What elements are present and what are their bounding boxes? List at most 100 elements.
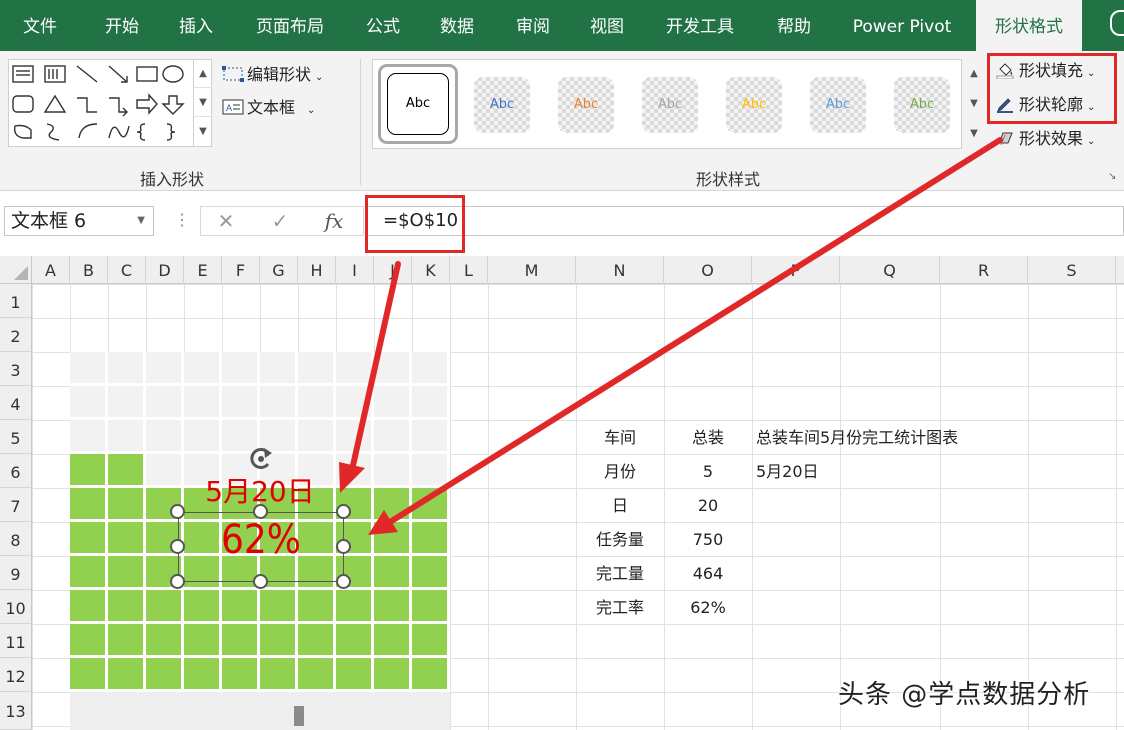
column-header[interactable]: E: [184, 256, 222, 284]
table-label[interactable]: 任务量: [576, 522, 664, 556]
enter-icon[interactable]: ✓: [260, 206, 300, 236]
shape-effects-button[interactable]: 形状效果 ⌄: [996, 125, 1095, 153]
lightbulb-icon[interactable]: [1110, 10, 1124, 36]
tab-home[interactable]: 开始: [84, 0, 160, 51]
dialog-launcher-icon[interactable]: ↘: [1108, 171, 1116, 182]
date-cell[interactable]: 5月20日: [756, 454, 856, 488]
column-header[interactable]: I: [336, 256, 374, 284]
gallery-more-icon[interactable]: ▼: [964, 119, 984, 149]
tab-view[interactable]: 视图: [574, 0, 640, 51]
row-header[interactable]: 12: [0, 658, 32, 692]
shape-styles-gallery[interactable]: Abc Abc Abc Abc Abc Abc Abc: [372, 59, 962, 149]
resize-handle[interactable]: [170, 504, 185, 519]
style-swatch[interactable]: Abc: [810, 77, 866, 133]
row-header[interactable]: 2: [0, 318, 32, 352]
column-header[interactable]: N: [576, 256, 664, 284]
scroll-down-icon[interactable]: ▼: [194, 88, 212, 117]
row-header[interactable]: 9: [0, 556, 32, 590]
tab-page-layout[interactable]: 页面布局: [240, 0, 340, 51]
tab-formulas[interactable]: 公式: [350, 0, 416, 51]
styles-gallery-scroll[interactable]: ▲ ▼ ▼: [964, 59, 984, 149]
row-header[interactable]: 6: [0, 454, 32, 488]
column-header[interactable]: A: [32, 256, 70, 284]
resize-handle[interactable]: [336, 539, 351, 554]
column-header[interactable]: O: [664, 256, 752, 284]
tab-insert[interactable]: 插入: [160, 0, 232, 51]
table-value[interactable]: 62%: [664, 590, 752, 624]
table-label[interactable]: 完工率: [576, 590, 664, 624]
tab-review[interactable]: 审阅: [498, 0, 568, 51]
column-header[interactable]: G: [260, 256, 298, 284]
gallery-more-icon[interactable]: ▼: [194, 117, 212, 146]
shapes-icon: [12, 65, 185, 141]
scroll-thumb[interactable]: [294, 706, 304, 726]
resize-handle[interactable]: [253, 504, 268, 519]
row-header[interactable]: 7: [0, 488, 32, 522]
style-swatch[interactable]: Abc: [378, 64, 458, 144]
cancel-icon[interactable]: ✕: [206, 206, 246, 236]
resize-handle[interactable]: [170, 574, 185, 589]
column-header[interactable]: F: [222, 256, 260, 284]
column-header[interactable]: Q: [840, 256, 940, 284]
table-label[interactable]: 日: [576, 488, 664, 522]
insert-function-icon[interactable]: fx: [314, 206, 354, 236]
tab-help[interactable]: 帮助: [760, 0, 828, 51]
resize-handle[interactable]: [253, 574, 268, 589]
row-header[interactable]: 11: [0, 624, 32, 658]
style-swatch[interactable]: Abc: [642, 77, 698, 133]
table-value[interactable]: 总装: [664, 420, 752, 454]
row-header[interactable]: 1: [0, 284, 32, 318]
table-label[interactable]: 月份: [576, 454, 664, 488]
edit-shape-button[interactable]: 编辑形状 ⌄: [222, 61, 323, 85]
waffle-cell: [260, 352, 295, 383]
row-header[interactable]: 5: [0, 420, 32, 454]
row-header[interactable]: 4: [0, 386, 32, 420]
formula-input[interactable]: =$O$10: [366, 206, 1124, 236]
table-label[interactable]: 车间: [576, 420, 664, 454]
tab-power-pivot[interactable]: Power Pivot: [836, 0, 968, 51]
column-header[interactable]: L: [450, 256, 488, 284]
scroll-down-icon[interactable]: ▼: [964, 89, 984, 119]
column-header[interactable]: C: [108, 256, 146, 284]
row-header[interactable]: 3: [0, 352, 32, 386]
column-header[interactable]: H: [298, 256, 336, 284]
table-value[interactable]: 750: [664, 522, 752, 556]
style-swatch[interactable]: Abc: [894, 77, 950, 133]
tab-data[interactable]: 数据: [424, 0, 490, 51]
table-value[interactable]: 20: [664, 488, 752, 522]
row-header[interactable]: 10: [0, 590, 32, 624]
percent-label[interactable]: 62%: [178, 517, 344, 563]
chart-title-cell[interactable]: 总装车间5月份完工统计图表: [756, 420, 1016, 454]
resize-handle[interactable]: [170, 539, 185, 554]
style-swatch[interactable]: Abc: [474, 77, 530, 133]
tab-shape-format[interactable]: 形状格式: [976, 0, 1082, 51]
column-header[interactable]: P: [752, 256, 840, 284]
select-all-corner[interactable]: [0, 256, 32, 284]
table-value[interactable]: 5: [664, 454, 752, 488]
column-header[interactable]: K: [412, 256, 450, 284]
column-header[interactable]: J: [374, 256, 412, 284]
scroll-up-icon[interactable]: ▲: [964, 59, 984, 89]
worksheet[interactable]: A B C D E F G H I J K L M N O P Q R S 1 …: [0, 256, 1124, 730]
table-label[interactable]: 完工量: [576, 556, 664, 590]
row-header[interactable]: 13: [0, 692, 32, 730]
row-header[interactable]: 8: [0, 522, 32, 556]
style-swatch[interactable]: Abc: [558, 77, 614, 133]
column-header[interactable]: R: [940, 256, 1028, 284]
shapes-gallery-scroll[interactable]: ▲ ▼ ▼: [193, 59, 212, 147]
resize-handle[interactable]: [336, 504, 351, 519]
text-box-button[interactable]: A 文本框 ⌄: [222, 94, 315, 118]
tab-developer[interactable]: 开发工具: [648, 0, 752, 51]
resize-handle[interactable]: [336, 574, 351, 589]
tab-file[interactable]: 文件: [4, 0, 76, 51]
column-header[interactable]: D: [146, 256, 184, 284]
chevron-down-icon[interactable]: ▼: [137, 207, 145, 235]
column-header[interactable]: S: [1028, 256, 1116, 284]
style-swatch[interactable]: Abc: [726, 77, 782, 133]
scroll-up-icon[interactable]: ▲: [194, 59, 212, 88]
name-box[interactable]: 文本框 6 ▼: [4, 206, 154, 236]
column-header[interactable]: M: [488, 256, 576, 284]
insert-shapes-gallery[interactable]: [8, 59, 212, 147]
column-header[interactable]: B: [70, 256, 108, 284]
table-value[interactable]: 464: [664, 556, 752, 590]
